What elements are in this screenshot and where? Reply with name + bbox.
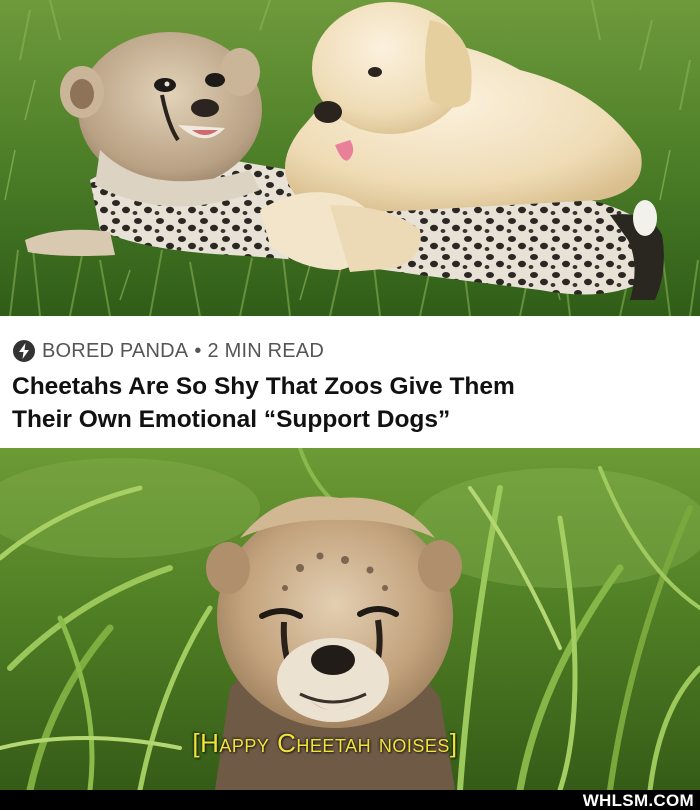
headline-line-1: Cheetahs Are So Shy That Zoos Give Them <box>12 373 515 400</box>
subtitle-caption: [Happy Cheetah noises] <box>192 728 458 758</box>
watermark-bar: WHLSM.COM <box>0 790 700 810</box>
article-card[interactable]: BORED PANDA • 2 MIN READ Cheetahs Are So… <box>0 316 700 448</box>
article-source-row: BORED PANDA • 2 MIN READ <box>12 338 686 364</box>
article-read-time: 2 MIN READ <box>207 339 324 362</box>
top-photo <box>0 0 700 316</box>
meme-page: BORED PANDA • 2 MIN READ Cheetahs Are So… <box>0 0 700 810</box>
headline-line-2: Their Own Emotional “Support Dogs” <box>12 406 451 433</box>
article-source: BORED PANDA <box>42 339 189 362</box>
bolt-icon <box>13 340 35 362</box>
watermark-text: WHLSM.COM <box>582 791 694 810</box>
separator-dot: • <box>194 339 202 362</box>
article-headline[interactable]: Cheetahs Are So Shy That Zoos Give Them … <box>12 370 686 436</box>
cheetah-and-puppy-illustration <box>0 0 700 316</box>
